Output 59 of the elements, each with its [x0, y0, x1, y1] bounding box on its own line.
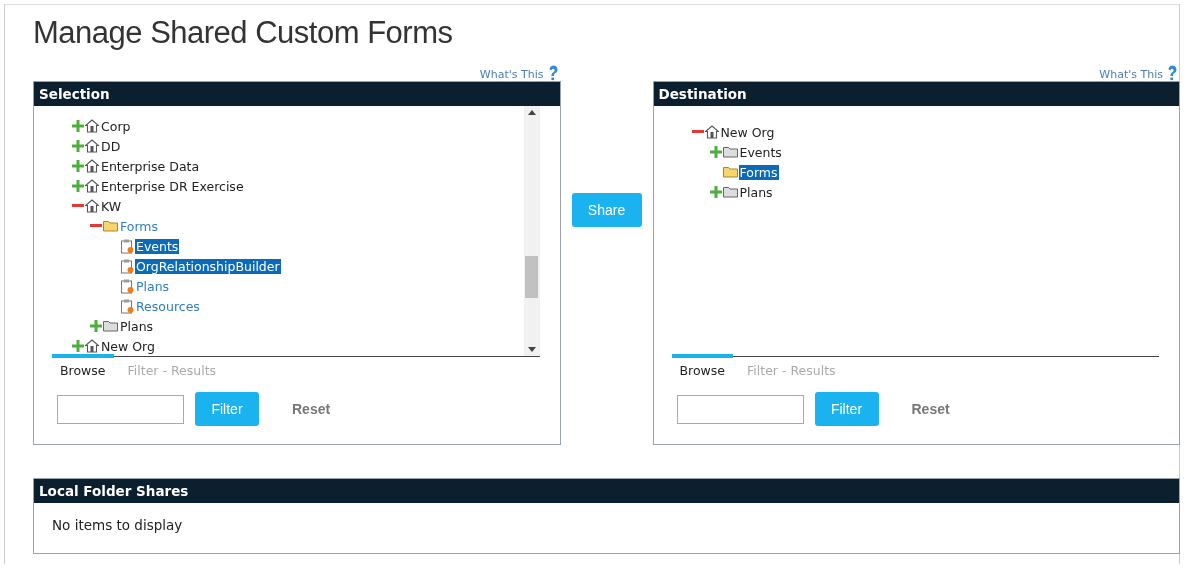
- tree-item[interactable]: Plans: [135, 278, 171, 294]
- clipboard-icon: [121, 298, 134, 314]
- help-link[interactable]: What's This: [479, 69, 544, 81]
- house-icon: [85, 179, 99, 193]
- panel-header: Selection: [34, 82, 560, 106]
- folder-icon: [103, 220, 118, 232]
- expand-icon[interactable]: [72, 160, 84, 172]
- clipboard-icon: [121, 238, 134, 254]
- tree-item[interactable]: Events: [135, 238, 180, 254]
- folder-icon: [722, 186, 738, 198]
- panel-header: Local Folder Shares: [34, 479, 1179, 503]
- tree-item[interactable]: Plans: [738, 184, 774, 200]
- tree-item[interactable]: DD: [100, 138, 122, 154]
- help-icon: [547, 65, 559, 81]
- expand-icon[interactable]: [72, 140, 84, 152]
- house-icon: [704, 125, 719, 139]
- filter-input[interactable]: [676, 394, 804, 424]
- tree-item[interactable]: Corp: [100, 118, 132, 134]
- scrollbar-thumb[interactable]: [524, 256, 538, 298]
- clipboard-icon: [121, 278, 134, 294]
- tree-item[interactable]: New Org: [719, 124, 776, 140]
- expand-icon[interactable]: [709, 186, 722, 198]
- expand-icon[interactable]: [709, 146, 722, 158]
- tree-item[interactable]: Forms: [738, 164, 779, 180]
- house-icon: [85, 119, 99, 133]
- scroll-down-icon: [527, 347, 536, 352]
- folder-icon: [722, 166, 738, 178]
- folder-icon: [722, 146, 738, 158]
- page-title: Manage Shared Custom Forms: [33, 15, 453, 51]
- tree-item[interactable]: KW: [100, 198, 123, 214]
- help-icon: [1167, 65, 1178, 81]
- help-link[interactable]: What's This: [1099, 69, 1163, 81]
- reset-button[interactable]: Reset: [286, 400, 337, 418]
- tree-item[interactable]: Enterprise DR Exercise: [100, 178, 245, 194]
- tree-item[interactable]: Resources: [135, 298, 201, 314]
- tree-item[interactable]: Forms: [119, 218, 159, 234]
- house-icon: [85, 339, 99, 353]
- reset-button[interactable]: Reset: [905, 400, 956, 418]
- clipboard-icon: [121, 258, 134, 274]
- tree-item[interactable]: Plans: [119, 318, 155, 334]
- expand-icon[interactable]: [72, 340, 84, 352]
- expand-icon[interactable]: [72, 120, 84, 132]
- scroll-up-icon: [527, 110, 536, 115]
- tree-item[interactable]: OrgRelationshipBuilder: [135, 258, 281, 274]
- tab[interactable]: Browse: [671, 354, 733, 380]
- empty-message: No items to display: [52, 517, 183, 533]
- tab[interactable]: Browse: [52, 354, 114, 380]
- tree-item[interactable]: Enterprise Data: [100, 158, 201, 174]
- tree-item[interactable]: Events: [738, 144, 783, 160]
- house-icon: [85, 199, 99, 213]
- house-icon: [85, 139, 99, 153]
- tree-item[interactable]: New Org: [100, 338, 156, 354]
- panel-header: Destination: [653, 82, 1179, 106]
- expand-icon[interactable]: [72, 180, 84, 192]
- scrollbar[interactable]: [523, 106, 540, 356]
- filter-input[interactable]: [57, 394, 184, 424]
- house-icon: [85, 159, 99, 173]
- folder-icon: [103, 320, 118, 332]
- expand-icon[interactable]: [90, 320, 102, 332]
